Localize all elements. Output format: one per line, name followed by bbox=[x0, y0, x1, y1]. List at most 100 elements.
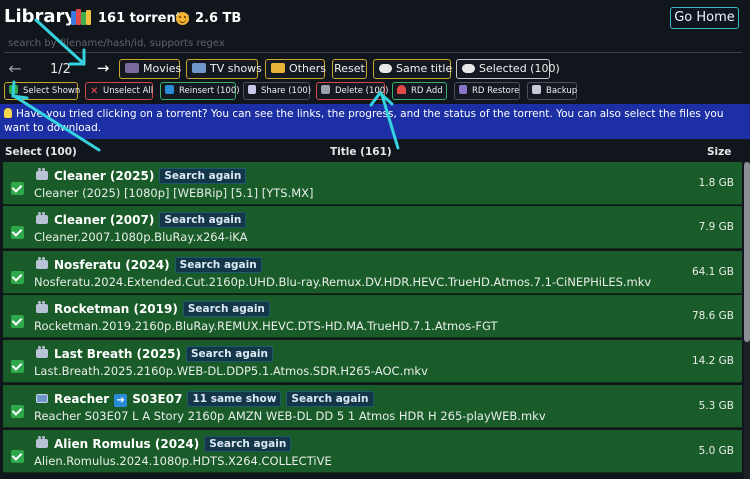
go-home-button[interactable]: Go Home bbox=[670, 7, 739, 29]
books-icon bbox=[71, 9, 91, 25]
disk-icon bbox=[532, 85, 541, 94]
row-filename: Alien.Romulus.2024.1080p.HDTS.X264.COLLE… bbox=[34, 454, 332, 468]
movie-camera-icon bbox=[36, 168, 48, 180]
row-size: 1.8 GB bbox=[698, 177, 734, 189]
column-header-select[interactable]: Select (100) bbox=[5, 146, 77, 158]
search-again-button[interactable]: Search again bbox=[182, 301, 270, 317]
table-row[interactable]: Rocketman (2019) Search again Rocketman.2… bbox=[3, 295, 742, 338]
column-header-size[interactable]: Size bbox=[707, 146, 731, 158]
table-row[interactable]: Last Breath (2025) Search again Last.Brea… bbox=[3, 340, 742, 383]
row-title: Reacher bbox=[54, 392, 110, 406]
checkbox-icon bbox=[9, 85, 18, 94]
total-size: 2.6 TB bbox=[195, 11, 242, 26]
search-again-button[interactable]: Search again bbox=[204, 436, 292, 452]
row-title-line: Rocketman (2019) Search again bbox=[36, 300, 270, 318]
eyes-icon bbox=[462, 64, 475, 73]
row-title-line: Last Breath (2025) Search again bbox=[36, 345, 274, 363]
row-title-line: Cleaner (2007) Search again bbox=[36, 211, 247, 229]
refresh-icon bbox=[165, 85, 174, 94]
cross-icon: ✕ bbox=[90, 86, 99, 97]
search-again-button[interactable]: Search again bbox=[185, 346, 274, 362]
scrollbar-thumb[interactable] bbox=[744, 162, 750, 342]
row-episode: S03E07 bbox=[132, 392, 183, 406]
table-row[interactable]: Cleaner (2025) Search again Cleaner (2025… bbox=[3, 162, 742, 205]
folder-icon bbox=[271, 63, 285, 73]
row-size: 7.9 GB bbox=[698, 221, 734, 233]
info-banner: Have you tried clicking on a torrent? Yo… bbox=[0, 104, 750, 139]
reinsert-button[interactable]: Reinsert (100) bbox=[160, 82, 240, 100]
table-row[interactable]: Reacher ➔ S03E07 11 same show Search again R… bbox=[3, 385, 742, 428]
row-checkbox[interactable] bbox=[11, 182, 24, 195]
filter-tv-button[interactable]: TV shows bbox=[186, 59, 262, 79]
search-again-button[interactable]: Search again bbox=[159, 212, 247, 228]
row-filename: Cleaner.2007.1080p.BluRay.x264-iKA bbox=[34, 230, 248, 244]
row-size: 64.1 GB bbox=[691, 266, 734, 278]
movie-camera-icon bbox=[36, 212, 48, 224]
tv-icon bbox=[192, 63, 206, 73]
row-size: 5.3 GB bbox=[698, 400, 734, 412]
torrent-list: Cleaner (2025) Search again Cleaner (2025… bbox=[0, 162, 750, 479]
unselect-all-button[interactable]: ✕ Unselect All bbox=[85, 82, 153, 100]
search-again-button[interactable]: Search again bbox=[159, 168, 247, 184]
row-title: Cleaner (2025) bbox=[54, 169, 155, 183]
backup-button[interactable]: Backup bbox=[527, 82, 577, 100]
rd-restore-button[interactable]: RD Restore bbox=[454, 82, 520, 100]
row-checkbox[interactable] bbox=[11, 315, 24, 328]
search-again-button[interactable]: Search again bbox=[174, 257, 262, 273]
table-row[interactable]: Alien Romulus (2024) Search again Alien.R… bbox=[3, 430, 742, 473]
previous-page-icon[interactable]: ← bbox=[6, 60, 24, 78]
row-filename: Rocketman.2019.2160p.BluRay.REMUX.HEVC.D… bbox=[34, 319, 498, 333]
row-size: 5.0 GB bbox=[698, 445, 734, 457]
right-arrow-icon: ➔ bbox=[114, 394, 128, 407]
trash-icon bbox=[321, 85, 330, 94]
same-title-button[interactable]: Same title bbox=[373, 59, 452, 79]
wand-icon bbox=[459, 85, 467, 94]
column-header-title[interactable]: Title (161) bbox=[330, 146, 392, 158]
movie-camera-icon bbox=[36, 257, 48, 269]
selected-filter-button[interactable]: Selected (100) bbox=[456, 59, 560, 79]
row-size: 78.6 GB bbox=[691, 310, 734, 322]
row-title: Nosferatu (2024) bbox=[54, 258, 170, 272]
row-title: Cleaner (2007) bbox=[54, 213, 155, 227]
smiley-icon bbox=[176, 12, 189, 25]
movie-camera-icon bbox=[36, 436, 48, 448]
row-filename: Reacher S03E07 L A Story 2160p AMZN WEB-… bbox=[34, 409, 546, 423]
row-checkbox[interactable] bbox=[11, 405, 24, 418]
magnet-icon bbox=[397, 85, 406, 94]
rd-add-button[interactable]: RD Add bbox=[392, 82, 447, 100]
tv-icon bbox=[36, 394, 48, 403]
share-icon bbox=[248, 85, 256, 94]
app-header: Library 161 torrents 2.6 TB Go Home bbox=[0, 0, 750, 34]
reset-button[interactable]: Reset bbox=[332, 59, 367, 79]
row-title-line: Reacher ➔ S03E07 11 same show Search again bbox=[36, 390, 374, 408]
movie-camera-icon bbox=[36, 301, 48, 313]
delete-button[interactable]: Delete (100) bbox=[316, 82, 389, 100]
row-title-line: Cleaner (2025) Search again bbox=[36, 167, 247, 185]
row-checkbox[interactable] bbox=[11, 226, 24, 239]
movie-camera-icon bbox=[36, 346, 48, 358]
row-filename: Cleaner (2025) [1080p] [WEBRip] [5.1] [Y… bbox=[34, 186, 314, 200]
row-filename: Nosferatu.2024.Extended.Cut.2160p.UHD.Bl… bbox=[34, 275, 652, 289]
table-row[interactable]: Cleaner (2007) Search again Cleaner.2007.… bbox=[3, 206, 742, 249]
row-checkbox[interactable] bbox=[11, 450, 24, 463]
row-title-line: Alien Romulus (2024) Search again bbox=[36, 435, 292, 453]
table-row[interactable]: Nosferatu (2024) Search again Nosferatu.2… bbox=[3, 251, 742, 294]
row-filename: Last.Breath.2025.2160p.WEB-DL.DDP5.1.Atm… bbox=[34, 364, 428, 378]
row-checkbox[interactable] bbox=[11, 271, 24, 284]
next-page-icon[interactable]: → bbox=[92, 59, 114, 79]
filter-others-button[interactable]: Others bbox=[265, 59, 326, 79]
scrollbar[interactable] bbox=[744, 162, 750, 479]
search-again-button[interactable]: Search again bbox=[286, 391, 374, 407]
row-title: Last Breath (2025) bbox=[54, 347, 181, 361]
select-shown-button[interactable]: Select Shown bbox=[4, 82, 80, 100]
filter-movies-button[interactable]: Movies bbox=[119, 59, 181, 79]
page-indicator: 1/2 bbox=[50, 62, 71, 77]
row-checkbox[interactable] bbox=[11, 360, 24, 373]
share-button[interactable]: Share (100) bbox=[243, 82, 311, 100]
eyes-icon bbox=[379, 64, 392, 73]
row-size: 14.2 GB bbox=[691, 355, 734, 367]
search-input[interactable] bbox=[4, 35, 742, 53]
row-title-line: Nosferatu (2024) Search again bbox=[36, 256, 262, 274]
lightbulb-icon bbox=[4, 108, 12, 118]
same-show-button[interactable]: 11 same show bbox=[187, 391, 282, 407]
